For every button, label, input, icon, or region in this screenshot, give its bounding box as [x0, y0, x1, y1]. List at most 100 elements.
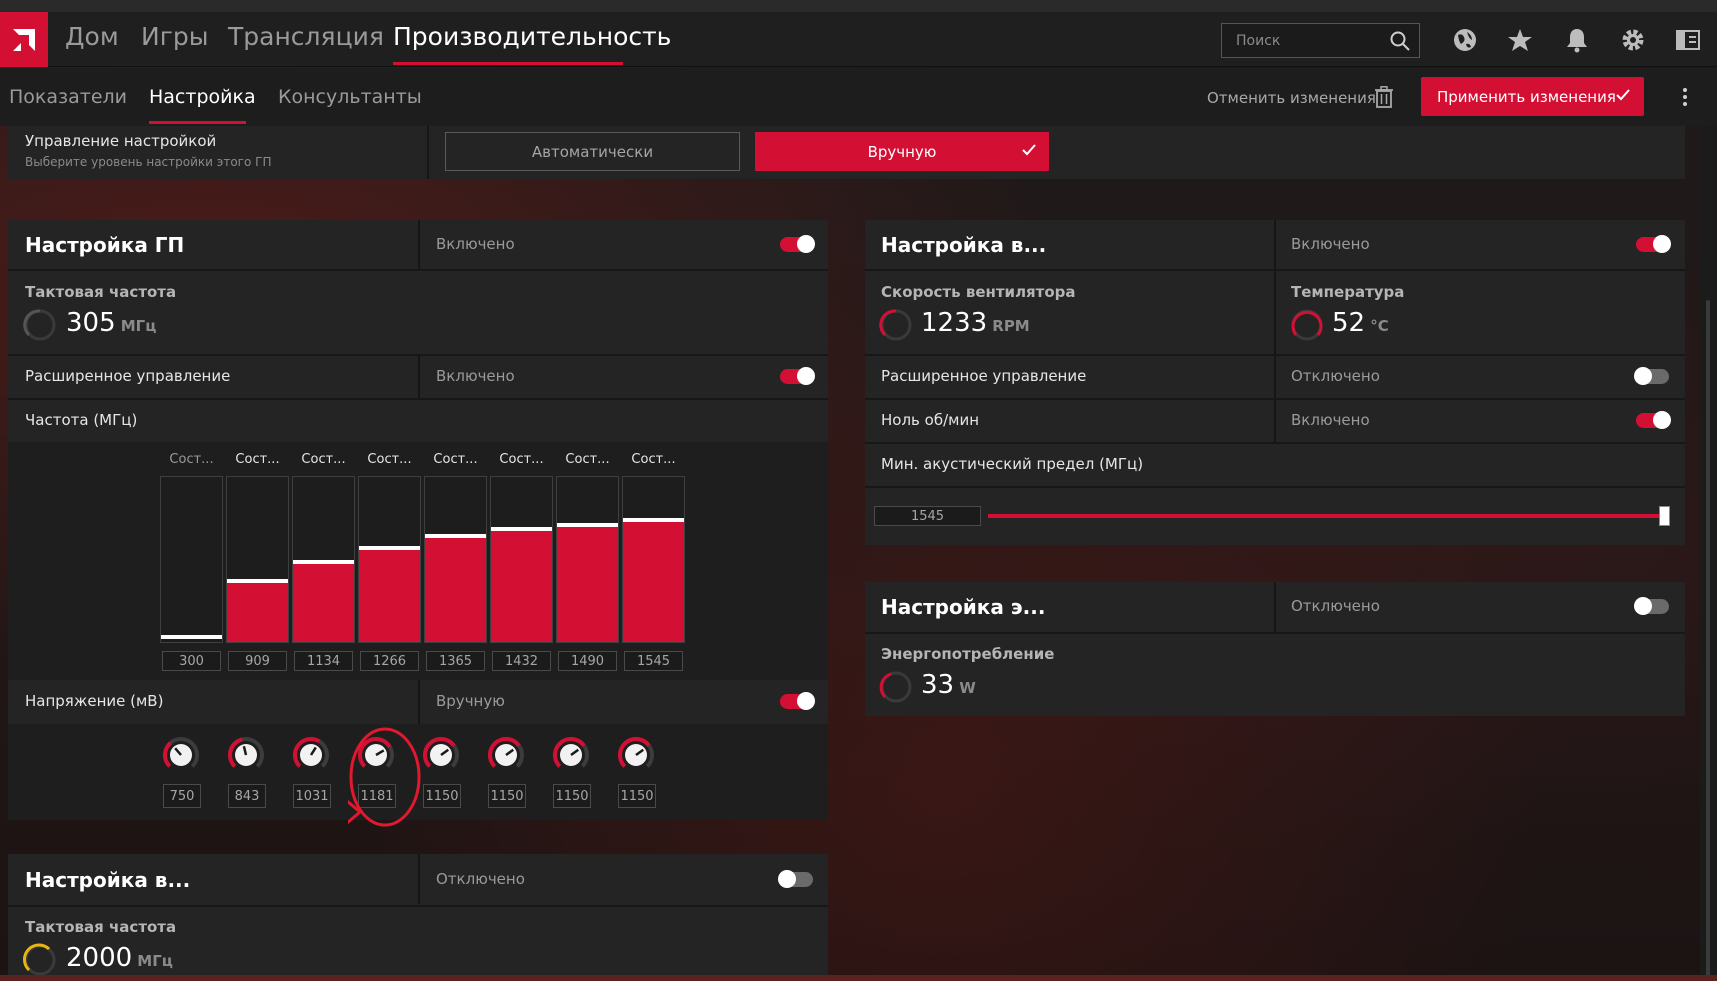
- state-header: Сост...: [499, 452, 544, 467]
- frequency-state-bar[interactable]: [160, 476, 223, 643]
- vram-clock-gauge-icon: [23, 943, 57, 977]
- fan-tuning-state: Включено: [1291, 235, 1370, 253]
- apply-changes-button[interactable]: Применить изменения: [1421, 77, 1644, 116]
- divider: [8, 905, 828, 907]
- nav-performance[interactable]: Производительность: [393, 22, 671, 51]
- temperature-label: Температура: [1291, 283, 1405, 301]
- voltage-toggle[interactable]: [780, 692, 815, 710]
- gpu-tuning-title: Настройка ГП: [25, 233, 185, 257]
- power-unit: W: [959, 679, 976, 697]
- star-icon[interactable]: [1505, 25, 1535, 55]
- divider: [418, 220, 420, 270]
- frequency-state-bar[interactable]: [358, 476, 421, 643]
- frequency-bar-handle[interactable]: [425, 534, 486, 538]
- amd-logo[interactable]: [0, 12, 48, 67]
- vram-clock-readout: 2000 МГц: [66, 943, 173, 973]
- frequency-value-input[interactable]: 909: [228, 651, 287, 671]
- state-header: Сост...: [631, 452, 676, 467]
- gpu-advanced-toggle[interactable]: [780, 367, 815, 385]
- trash-icon[interactable]: [1375, 86, 1393, 112]
- annotation-circle: [349, 727, 421, 827]
- bell-icon[interactable]: [1562, 25, 1592, 55]
- more-options-icon[interactable]: [1682, 87, 1688, 111]
- voltage-value-input[interactable]: 1150: [488, 784, 526, 808]
- voltage-value-input[interactable]: 1150: [553, 784, 591, 808]
- frequency-value-input[interactable]: 300: [162, 651, 221, 671]
- frequency-state-bar[interactable]: [424, 476, 487, 643]
- gpu-clock-unit: МГц: [120, 317, 157, 335]
- voltage-knob[interactable]: [226, 735, 266, 775]
- gpu-advanced-label: Расширенное управление: [25, 367, 231, 385]
- tab-tuning[interactable]: Настройка: [149, 86, 256, 108]
- vram-tuning-toggle[interactable]: [778, 870, 813, 888]
- min-acoustic-slider-track[interactable]: [988, 514, 1664, 518]
- divider: [865, 269, 1685, 271]
- vram-tuning-state: Отключено: [436, 870, 525, 888]
- min-acoustic-slider-thumb[interactable]: [1659, 506, 1670, 526]
- fan-speed-readout: 1233 RPM: [921, 308, 1030, 338]
- power-readout: 33 W: [921, 670, 976, 700]
- frequency-value-input[interactable]: 1134: [294, 651, 353, 671]
- nav-streaming[interactable]: Трансляция: [228, 22, 384, 51]
- frequency-state-bar[interactable]: [622, 476, 685, 643]
- search-input[interactable]: Поиск: [1221, 23, 1420, 58]
- gpu-tuning-toggle[interactable]: [780, 235, 815, 253]
- voltage-value-input[interactable]: 1150: [618, 784, 656, 808]
- gpu-clock-label: Тактовая частота: [25, 283, 177, 301]
- zero-rpm-state: Включено: [1291, 411, 1370, 429]
- frequency-state-bar[interactable]: [490, 476, 553, 643]
- state-header: Сост...: [367, 452, 412, 467]
- frequency-state-bar[interactable]: [226, 476, 289, 643]
- nav-games[interactable]: Игры: [141, 22, 208, 51]
- fan-advanced-toggle[interactable]: [1634, 367, 1669, 385]
- vram-clock-value: 2000: [66, 943, 133, 973]
- frequency-bar-fill: [623, 522, 684, 642]
- frequency-value-input[interactable]: 1365: [426, 651, 485, 671]
- frequency-value-input[interactable]: 1432: [492, 651, 551, 671]
- auto-tuning-button[interactable]: Автоматически: [445, 132, 740, 171]
- frequency-value-input[interactable]: 1545: [624, 651, 683, 671]
- voltage-knob[interactable]: [291, 735, 331, 775]
- frequency-state-bar[interactable]: [292, 476, 355, 643]
- bottom-edge: [0, 975, 1717, 981]
- voltage-knob[interactable]: [616, 735, 656, 775]
- globe-icon[interactable]: [1450, 25, 1480, 55]
- frequency-bar-handle[interactable]: [227, 579, 288, 583]
- frequency-bar-handle[interactable]: [557, 523, 618, 527]
- scrollbar-thumb[interactable]: [1706, 300, 1710, 980]
- power-tuning-toggle[interactable]: [1634, 597, 1669, 615]
- frequency-bar-handle[interactable]: [293, 560, 354, 564]
- fan-speed-label: Скорость вентилятора: [881, 283, 1076, 301]
- voltage-knob[interactable]: [161, 735, 201, 775]
- zero-rpm-toggle[interactable]: [1636, 411, 1671, 429]
- voltage-value-input[interactable]: 1031: [293, 784, 331, 808]
- frequency-bar-handle[interactable]: [161, 635, 222, 639]
- min-acoustic-label: Мин. акустический предел (МГц): [881, 455, 1144, 473]
- manual-tuning-button[interactable]: Вручную: [755, 132, 1049, 171]
- min-acoustic-input[interactable]: 1545: [874, 506, 981, 526]
- nav-home[interactable]: Дом: [65, 22, 119, 51]
- frequency-value-input[interactable]: 1266: [360, 651, 419, 671]
- voltage-knob[interactable]: [486, 735, 526, 775]
- gpu-clock-value: 305: [66, 308, 116, 338]
- divider: [865, 486, 1685, 488]
- frequency-bar-fill: [227, 583, 288, 642]
- voltage-knob[interactable]: [551, 735, 591, 775]
- gear-icon[interactable]: [1618, 25, 1648, 55]
- sidebar-toggle-icon[interactable]: [1673, 25, 1703, 55]
- frequency-value-input[interactable]: 1490: [558, 651, 617, 671]
- gpu-clock-readout: 305 МГц: [66, 308, 156, 338]
- voltage-value-input[interactable]: 750: [163, 784, 201, 808]
- search-icon: [1390, 31, 1410, 51]
- frequency-bar-handle[interactable]: [359, 546, 420, 550]
- fan-tuning-title: Настройка в...: [881, 233, 1047, 257]
- frequency-bar-handle[interactable]: [491, 527, 552, 531]
- frequency-bar-handle[interactable]: [623, 518, 684, 522]
- fan-speed-gauge-icon: [879, 308, 913, 342]
- discard-changes-button[interactable]: Отменить изменения: [1207, 89, 1376, 107]
- frequency-state-bar[interactable]: [556, 476, 619, 643]
- tab-metrics[interactable]: Показатели: [9, 86, 127, 108]
- fan-tuning-toggle[interactable]: [1636, 235, 1671, 253]
- tab-advisors[interactable]: Консультанты: [278, 86, 422, 108]
- voltage-value-input[interactable]: 843: [228, 784, 266, 808]
